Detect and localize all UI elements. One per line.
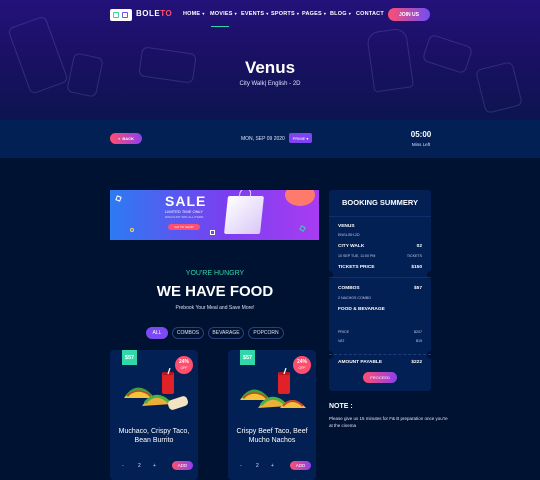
summary-payable-label: AMOUNT PAYABLE xyxy=(338,360,383,365)
ticket-notch-decoration xyxy=(427,351,435,359)
summary-combos-price: $57 xyxy=(413,286,422,291)
summary-tickets-word: TICKETS xyxy=(406,254,422,258)
price-badge: $57 xyxy=(240,350,255,365)
chevron-down-icon: ▾ xyxy=(234,11,237,16)
summary-showtime: 10 SEP TUE, 11:00 PM xyxy=(338,254,376,258)
summary-combos-label: COMBOS xyxy=(338,286,360,291)
food-card: $57 24% OFF Crispy Beef Taco, Beef Mucho … xyxy=(228,350,316,480)
confetti-decoration xyxy=(115,195,122,202)
add-food-button[interactable]: ADD xyxy=(172,461,193,470)
sale-banner[interactable]: SALE LIMITED TIME ONLY DISCOUNT 30% ALL … xyxy=(110,190,319,240)
chevron-down-icon: ▾ xyxy=(202,11,205,16)
tab-bevarage[interactable]: BEVARAGE xyxy=(208,327,244,339)
food-item-name: Muchaco, Crispy Taco, Bean Burrito xyxy=(118,428,190,444)
show-type-select[interactable]: PRIME ▾ xyxy=(289,133,312,143)
taco-meal-image xyxy=(124,368,189,410)
summary-movie-name: VENUS xyxy=(338,224,355,229)
countdown-label: Mins Left xyxy=(411,142,431,147)
chevron-down-icon: ▾ xyxy=(323,11,327,16)
sale-heading: SALE xyxy=(165,193,207,209)
nav-item-sports[interactable]: SPORTS ▾ xyxy=(271,11,299,17)
nav-item-blog[interactable]: BLOG ▾ xyxy=(330,11,351,17)
quantity-decrement-button[interactable]: - xyxy=(240,463,242,469)
summary-payable-value: $222 xyxy=(411,360,422,365)
summary-vat-label: VAT xyxy=(338,339,345,343)
summary-screen-number: 02 xyxy=(416,244,422,249)
go-to-shop-button[interactable]: GO TO SHOP xyxy=(168,224,200,230)
section-kicker: YOU'RE HUNGRY xyxy=(185,270,245,277)
show-date: MON, SEP 09 2020 xyxy=(241,136,285,142)
nav-item-movies[interactable]: MOVIES ▾ xyxy=(210,11,237,17)
sale-tagline: LIMITED TIME ONLY xyxy=(165,209,204,214)
nav-item-pages[interactable]: PAGES ▾ xyxy=(302,11,326,17)
summary-title: BOOKING SUMMERY xyxy=(342,198,418,207)
quantity-decrement-button[interactable]: - xyxy=(122,463,124,469)
chevron-down-icon: ▾ xyxy=(296,11,300,16)
divider xyxy=(329,216,431,217)
divider xyxy=(329,277,431,278)
nav-item-events[interactable]: EVENTS ▾ xyxy=(241,11,268,17)
decorative-blob xyxy=(285,190,315,206)
logo-text[interactable]: BOLETO xyxy=(136,9,172,18)
summary-food-label: FOOD & BEVARAGE xyxy=(338,307,385,312)
quantity-value[interactable]: 2 xyxy=(138,463,141,469)
summary-vat-value: $15 xyxy=(416,339,422,343)
food-card: $57 24% OFF Muchaco, Crispy Taco, Bean Bu… xyxy=(110,350,198,480)
summary-tickets-price-label: TICKETS PRICE xyxy=(338,265,375,270)
divider xyxy=(329,354,431,355)
chevron-down-icon: ▾ xyxy=(306,135,309,141)
nav-item-home[interactable]: HOME ▾ xyxy=(183,11,205,17)
summary-price-value: $207 xyxy=(414,330,422,334)
confetti-decoration xyxy=(130,228,134,232)
quantity-increment-button[interactable]: + xyxy=(271,463,274,469)
section-subtitle: Prebook Your Meal and Save More! xyxy=(175,305,255,311)
summary-movie-format: ENGLISH-2D xyxy=(338,233,360,237)
summary-venue: CITY WALK xyxy=(338,244,365,249)
shopping-bag-icon xyxy=(224,190,264,234)
confetti-decoration xyxy=(299,225,306,232)
chevron-down-icon: ▾ xyxy=(266,11,269,16)
sale-discount-text: DISCOUNT 30% ALL ITEMS xyxy=(165,215,204,219)
add-food-button[interactable]: ADD xyxy=(290,461,311,470)
tab-popcorn[interactable]: POPCORN xyxy=(248,327,284,339)
countdown-timer: 05:00 xyxy=(410,130,432,139)
quantity-increment-button[interactable]: + xyxy=(153,463,156,469)
nav-item-contact[interactable]: CONTACT xyxy=(356,11,384,17)
summary-combos-detail: 2 NACHOS COMBO xyxy=(338,296,371,300)
taco-meal-image xyxy=(240,368,306,408)
summary-tickets-price: $150 xyxy=(411,265,422,270)
movie-title: Venus xyxy=(244,58,296,77)
note-title: NOTE : xyxy=(329,403,353,410)
nav-active-indicator xyxy=(211,26,229,27)
logo-icon[interactable] xyxy=(110,9,132,21)
proceed-button[interactable]: PROCEED xyxy=(363,372,397,383)
food-item-name: Crispy Beef Taco, Beef Mucho Nachos xyxy=(236,428,308,444)
movie-subtitle: City Walk| English - 2D xyxy=(239,81,301,87)
tab-all[interactable]: ALL xyxy=(146,327,168,339)
back-button[interactable]: «BACK xyxy=(110,133,142,144)
price-badge: $57 xyxy=(122,350,137,365)
arrow-left-icon: « xyxy=(118,136,121,141)
section-title: WE HAVE FOOD xyxy=(156,283,274,300)
join-us-button[interactable]: JOIN US xyxy=(388,8,430,21)
ticket-notch-decoration xyxy=(325,351,333,359)
confetti-decoration xyxy=(210,230,215,235)
summary-price-label: PRICE xyxy=(338,330,349,334)
chevron-down-icon: ▾ xyxy=(348,11,351,16)
tab-combos[interactable]: COMBOS xyxy=(172,327,204,339)
note-text: Please give us 15 minutes for F& B prepa… xyxy=(329,416,448,428)
quantity-value[interactable]: 2 xyxy=(256,463,259,469)
